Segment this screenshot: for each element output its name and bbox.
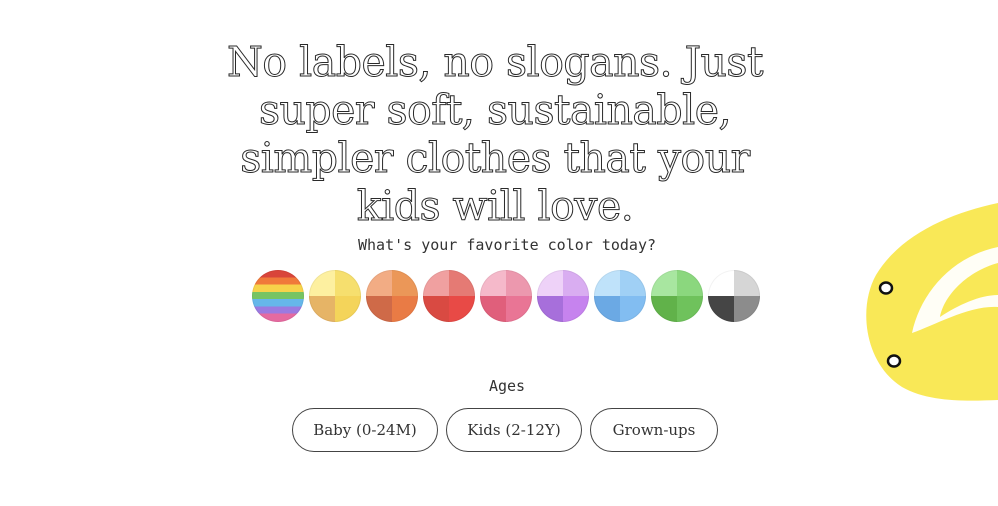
color-swatch-yellow[interactable]	[309, 270, 361, 322]
eye-icon	[878, 281, 894, 295]
hero-headline: No labels, no slogans. Just super soft, …	[227, 38, 764, 231]
eye-icon	[886, 354, 902, 368]
color-swatch-orange[interactable]	[366, 270, 418, 322]
color-swatch-rainbow[interactable]	[252, 270, 304, 322]
color-swatch-list	[252, 270, 760, 322]
age-filter-group: Baby (0-24M) Kids (2-12Y) Grown-ups	[292, 408, 718, 452]
age-button-grown-ups[interactable]: Grown-ups	[590, 408, 718, 452]
age-button-baby[interactable]: Baby (0-24M)	[292, 408, 438, 452]
color-swatch-red[interactable]	[423, 270, 475, 322]
color-swatch-green[interactable]	[651, 270, 703, 322]
yellow-blob-mascot	[866, 203, 998, 401]
age-button-kids[interactable]: Kids (2-12Y)	[446, 408, 582, 452]
color-swatch-grayscale[interactable]	[708, 270, 760, 322]
page: No labels, no slogans. Just super soft, …	[0, 0, 998, 506]
color-swatch-blue[interactable]	[594, 270, 646, 322]
color-swatch-purple[interactable]	[537, 270, 589, 322]
color-swatch-pink[interactable]	[480, 270, 532, 322]
